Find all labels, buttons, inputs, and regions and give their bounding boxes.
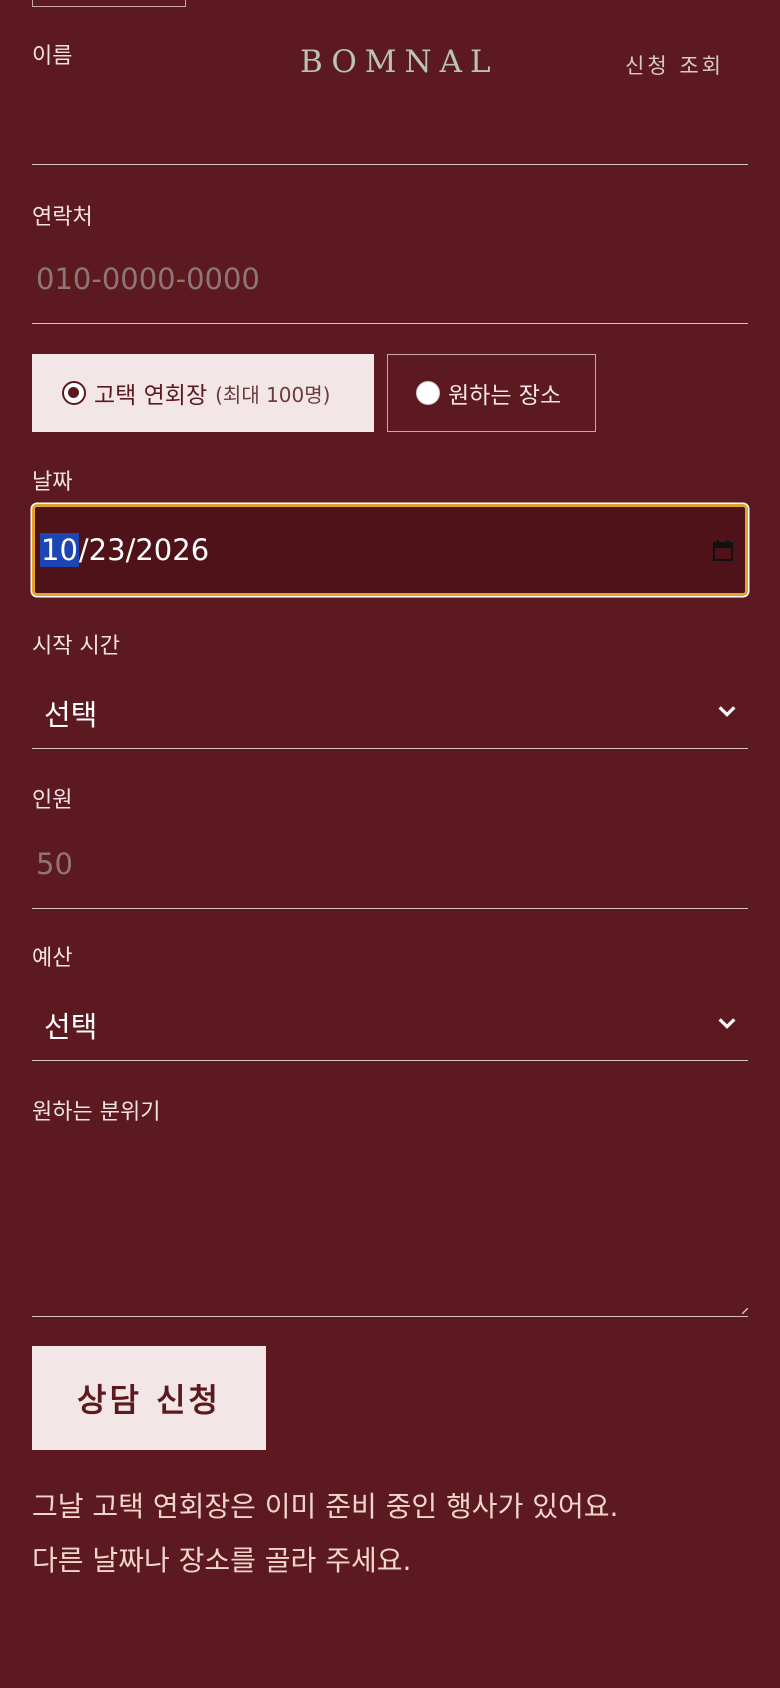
guests-underline: [32, 908, 748, 909]
venue-option-custom[interactable]: 원하는 장소: [387, 354, 596, 432]
phone-placeholder: 010-0000-0000: [36, 262, 260, 296]
name-input[interactable]: [32, 92, 748, 162]
name-label: 이름: [32, 44, 73, 69]
mood-label: 원하는 분위기: [32, 1100, 161, 1125]
resize-handle-icon[interactable]: [742, 1308, 748, 1314]
availability-message: 그날 고택 연회장은 이미 준비 중인 행사가 있어요. 다른 날짜나 장소를 …: [32, 1480, 618, 1588]
message-line-1: 그날 고택 연회장은 이미 준비 중인 행사가 있어요.: [32, 1490, 619, 1523]
phone-underline: [32, 323, 748, 324]
budget-select[interactable]: 선택: [32, 992, 748, 1060]
date-rest-segment[interactable]: /23/2026: [79, 533, 209, 567]
venue-option-hanok-hall[interactable]: 고택 연회장 (최대 100명): [32, 354, 374, 432]
budget-label: 예산: [32, 946, 73, 971]
phone-label: 연락처: [32, 205, 93, 230]
mood-textarea[interactable]: [32, 1136, 748, 1316]
venue-option-capacity: (최대 100명): [215, 382, 331, 407]
phone-input[interactable]: 010-0000-0000: [32, 250, 748, 320]
venue-option-label: 고택 연회장: [94, 383, 208, 409]
guests-input[interactable]: 50: [32, 836, 748, 906]
mood-underline: [32, 1316, 748, 1317]
date-label: 날짜: [32, 470, 73, 495]
start-time-select[interactable]: 선택: [32, 680, 748, 748]
radio-selected-icon[interactable]: [62, 381, 86, 405]
start-time-label: 시작 시간: [32, 634, 120, 659]
previous-section-box: [32, 0, 186, 7]
budget-value: 선택: [44, 1010, 98, 1044]
radio-unselected-icon[interactable]: [416, 381, 440, 405]
name-underline: [32, 164, 748, 165]
venue-option-label: 원하는 장소: [448, 383, 562, 409]
date-input[interactable]: 10/23/2026: [32, 504, 748, 596]
message-line-2: 다른 날짜나 장소를 골라 주세요.: [32, 1544, 412, 1577]
start-time-underline: [32, 748, 748, 749]
lookup-link[interactable]: 신청 조회: [625, 50, 724, 80]
brand-logo[interactable]: BOMNAL: [300, 44, 499, 80]
chevron-down-icon: [718, 706, 736, 717]
budget-underline: [32, 1060, 748, 1061]
submit-button[interactable]: 상담 신청: [32, 1346, 266, 1450]
guests-label: 인원: [32, 788, 73, 813]
guests-placeholder: 50: [36, 847, 73, 881]
start-time-value: 선택: [44, 698, 98, 732]
chevron-down-icon: [718, 1018, 736, 1029]
calendar-icon[interactable]: [711, 539, 735, 563]
date-month-segment[interactable]: 10: [40, 533, 79, 567]
